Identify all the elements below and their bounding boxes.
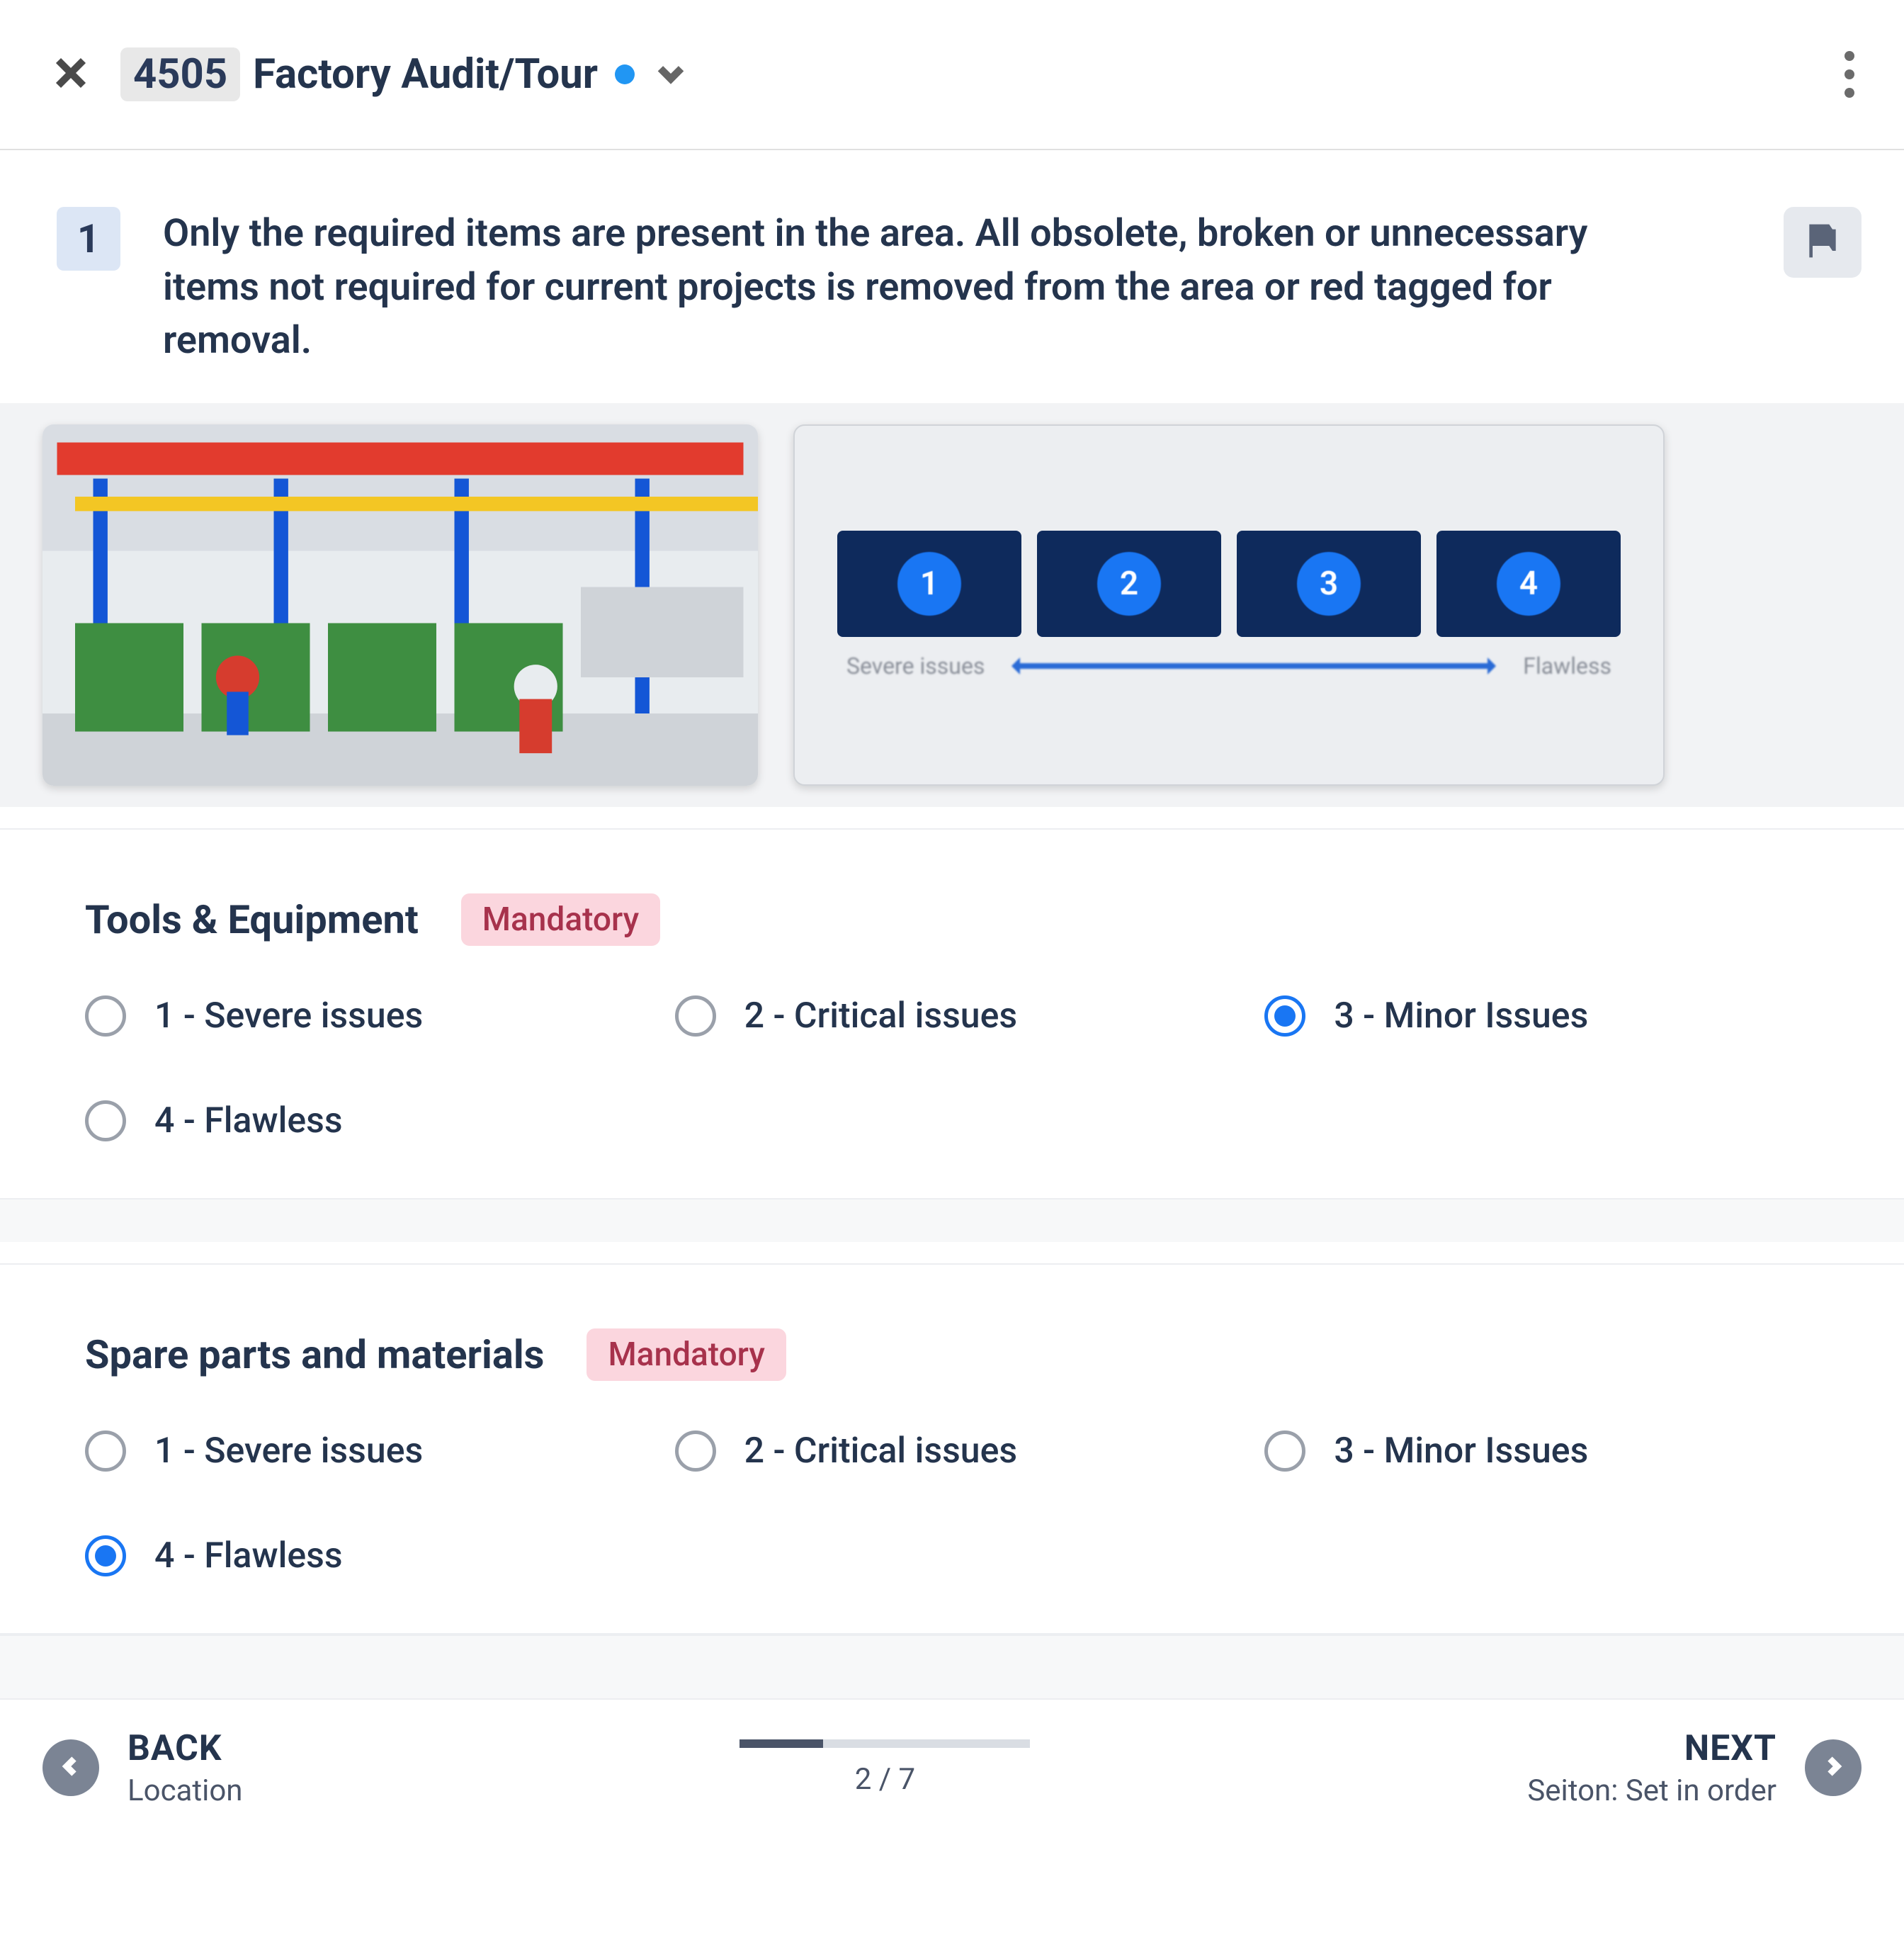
radio-icon (85, 1100, 126, 1141)
radio-label: 4 - Flawless (154, 1100, 343, 1141)
mandatory-badge: Mandatory (586, 1328, 786, 1381)
radio-option[interactable]: 4 - Flawless (85, 1100, 647, 1141)
chevron-left-icon (58, 1754, 84, 1782)
flag-button[interactable] (1784, 207, 1862, 278)
radio-label: 1 - Severe issues (154, 995, 423, 1037)
close-icon (50, 84, 92, 97)
section-title: Spare parts and materials (85, 1331, 544, 1378)
status-dot-icon (615, 64, 635, 84)
radio-label: 4 - Flawless (154, 1535, 343, 1576)
question-number-badge: 1 (57, 207, 120, 271)
radio-option[interactable]: 1 - Severe issues (85, 1430, 647, 1472)
rating-slider-icon (1013, 663, 1495, 669)
next-button[interactable]: NEXT Seiton: Set in order (1527, 1728, 1862, 1808)
section-tools-equipment: Tools & Equipment Mandatory 1 - Severe i… (0, 828, 1904, 1200)
back-sublabel: Location (128, 1773, 243, 1808)
radio-option[interactable]: 4 - Flawless (85, 1535, 647, 1576)
record-id-badge: 4505 (120, 47, 240, 101)
radio-icon (675, 995, 716, 1037)
flag-icon (1803, 221, 1842, 264)
rating-right-label: Flawless (1523, 653, 1611, 679)
back-button[interactable]: BACK Location (42, 1728, 243, 1808)
chevron-down-icon (653, 80, 688, 94)
page-title: Factory Audit/Tour (253, 50, 598, 98)
radio-icon (85, 1430, 126, 1472)
page-title-group: 4505 Factory Audit/Tour (120, 47, 688, 101)
radio-option[interactable]: 3 - Minor Issues (1264, 1430, 1826, 1472)
page-count: 2 / 7 (855, 1762, 915, 1797)
radio-icon (85, 995, 126, 1037)
section-title: Tools & Equipment (85, 896, 419, 943)
radio-icon (675, 1430, 716, 1472)
progress-indicator: 2 / 7 (740, 1739, 1030, 1797)
question-text: Only the required items are present in t… (163, 207, 1679, 368)
radio-option[interactable]: 1 - Severe issues (85, 995, 647, 1037)
mandatory-badge: Mandatory (461, 893, 660, 946)
more-menu-button[interactable] (1837, 35, 1862, 113)
radio-label: 2 - Critical issues (744, 995, 1017, 1037)
chevron-right-icon (1820, 1754, 1846, 1782)
radio-icon (1264, 1430, 1305, 1472)
section-spare-parts: Spare parts and materials Mandatory 1 - … (0, 1263, 1904, 1635)
rating-tiles: 1 2 3 4 (837, 531, 1621, 637)
back-label: BACK (128, 1728, 243, 1769)
radio-label: 3 - Minor Issues (1334, 995, 1588, 1037)
radio-label: 1 - Severe issues (154, 1430, 423, 1472)
factory-photo-icon (42, 424, 758, 786)
rating-tile-label: 3 (1297, 552, 1361, 616)
radio-option[interactable]: 2 - Critical issues (675, 995, 1237, 1037)
close-button[interactable] (50, 52, 92, 97)
title-dropdown-button[interactable] (653, 55, 688, 94)
radio-option[interactable]: 3 - Minor Issues (1264, 995, 1826, 1037)
rating-tile-label: 2 (1097, 552, 1161, 616)
rating-tile-label: 1 (897, 552, 961, 616)
attachment-rating-scale[interactable]: 1 2 3 4 Severe issues Flawless (793, 424, 1665, 786)
radio-label: 2 - Critical issues (744, 1430, 1017, 1472)
radio-icon (1264, 995, 1305, 1037)
rating-tile-label: 4 (1497, 552, 1560, 616)
kebab-icon (1844, 51, 1854, 98)
radio-label: 3 - Minor Issues (1334, 1430, 1588, 1472)
attachment-photo[interactable] (42, 424, 758, 786)
rating-left-label: Severe issues (846, 653, 985, 679)
radio-option[interactable]: 2 - Critical issues (675, 1430, 1237, 1472)
next-sublabel: Seiton: Set in order (1527, 1773, 1776, 1808)
radio-icon (85, 1535, 126, 1576)
next-label: NEXT (1527, 1728, 1776, 1769)
